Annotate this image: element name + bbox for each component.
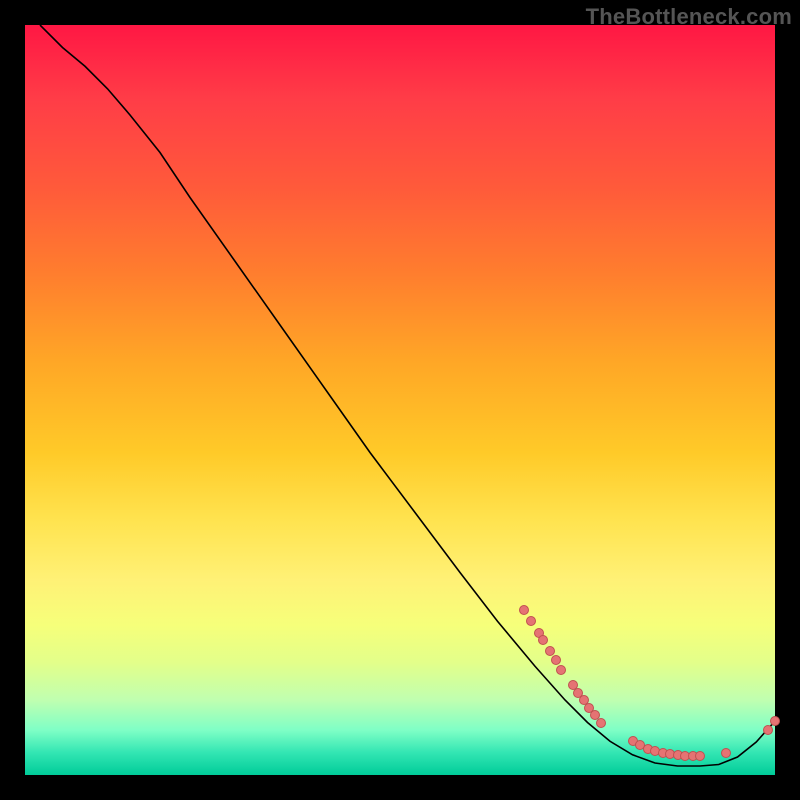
chart-container: TheBottleneck.com [0, 0, 800, 800]
data-point [763, 725, 773, 735]
bottleneck-curve [40, 25, 775, 766]
data-point [770, 716, 780, 726]
watermark-text: TheBottleneck.com [586, 4, 792, 30]
plot-area [25, 25, 775, 775]
data-point [596, 718, 606, 728]
data-point [695, 751, 705, 761]
data-point [519, 605, 529, 615]
curve-layer [25, 25, 775, 775]
data-point [721, 748, 731, 758]
data-point [538, 635, 548, 645]
